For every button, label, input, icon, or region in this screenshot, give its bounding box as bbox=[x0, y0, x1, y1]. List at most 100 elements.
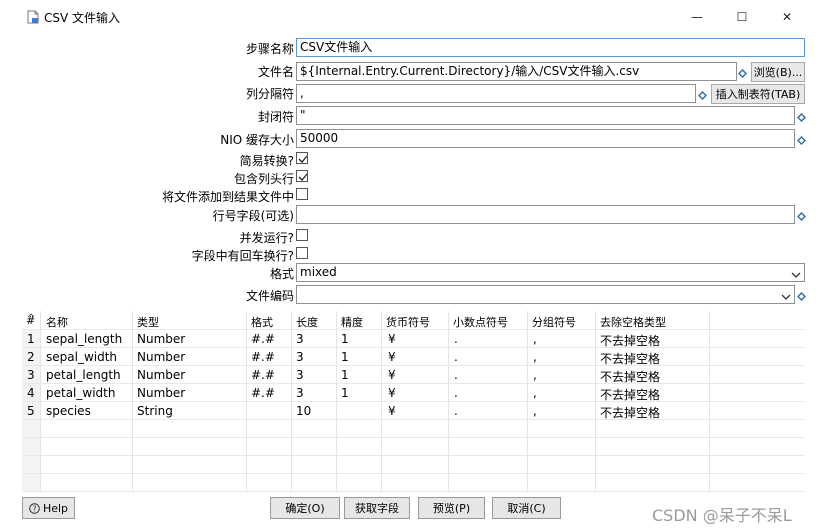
enclosure-input[interactable]: " bbox=[296, 106, 795, 125]
close-icon: ✕ bbox=[781, 10, 793, 24]
variable-diamond-icon[interactable] bbox=[797, 290, 806, 301]
help-label: Help bbox=[42, 501, 69, 515]
help-button[interactable]: ? Help bbox=[22, 497, 75, 519]
lazy-conversion-checkbox[interactable] bbox=[296, 152, 308, 164]
row-divider bbox=[22, 347, 805, 348]
parallel-checkbox[interactable] bbox=[296, 229, 308, 241]
encoding-select[interactable] bbox=[296, 285, 795, 304]
filename-label: 文件名 bbox=[257, 65, 294, 79]
ok-button[interactable]: 确定(O) bbox=[270, 497, 340, 519]
newline-checkbox[interactable] bbox=[296, 247, 308, 259]
chevron-down-icon bbox=[791, 268, 801, 285]
header-row-checkbox[interactable] bbox=[296, 170, 308, 182]
row-divider bbox=[22, 473, 805, 474]
close-button[interactable]: ✕ bbox=[764, 4, 810, 30]
variable-diamond-icon[interactable] bbox=[797, 111, 806, 122]
minimize-icon: — bbox=[691, 10, 703, 24]
nio-buffer-input[interactable]: 50000 bbox=[296, 129, 795, 148]
field-format[interactable]: #.# bbox=[251, 386, 275, 400]
row-number: 5 bbox=[27, 404, 35, 418]
field-currency[interactable]: ¥ bbox=[388, 404, 396, 418]
field-decimal[interactable]: . bbox=[454, 332, 458, 346]
newline-label: 字段中有回车换行? bbox=[191, 249, 294, 263]
field-type[interactable]: Number bbox=[137, 368, 185, 382]
help-icon: ? bbox=[29, 502, 40, 514]
field-name[interactable]: sepal_width bbox=[46, 350, 117, 364]
field-length[interactable]: 3 bbox=[296, 332, 304, 346]
field-currency[interactable]: ¥ bbox=[388, 386, 396, 400]
field-name[interactable]: sepal_length bbox=[46, 332, 122, 346]
field-precision[interactable]: 1 bbox=[341, 350, 349, 364]
field-name[interactable]: species bbox=[46, 404, 91, 418]
row-number: 2 bbox=[27, 350, 35, 364]
field-currency[interactable]: ¥ bbox=[388, 368, 396, 382]
field-decimal[interactable]: . bbox=[454, 350, 458, 364]
row-divider bbox=[22, 419, 805, 420]
field-currency[interactable]: ¥ bbox=[388, 350, 396, 364]
maximize-button[interactable]: ☐ bbox=[719, 4, 765, 30]
nio-buffer-label: NIO 缓存大小 bbox=[220, 133, 294, 147]
get-fields-button[interactable]: 获取字段 bbox=[344, 497, 410, 519]
field-type[interactable]: Number bbox=[137, 350, 185, 364]
field-currency[interactable]: ¥ bbox=[388, 332, 396, 346]
row-number: 1 bbox=[27, 332, 35, 346]
format-select[interactable]: mixed bbox=[296, 263, 805, 282]
field-type[interactable]: String bbox=[137, 404, 173, 418]
field-decimal[interactable]: . bbox=[454, 368, 458, 382]
minimize-button[interactable]: — bbox=[674, 4, 720, 30]
enclosure-label: 封闭符 bbox=[257, 110, 294, 124]
delimiter-input[interactable]: , bbox=[296, 84, 696, 103]
variable-diamond-icon[interactable] bbox=[797, 210, 806, 221]
field-decimal[interactable]: . bbox=[454, 386, 458, 400]
field-name[interactable]: petal_length bbox=[46, 368, 121, 382]
svg-text:?: ? bbox=[32, 504, 36, 513]
field-type[interactable]: Number bbox=[137, 386, 185, 400]
row-divider bbox=[22, 329, 805, 330]
field-group[interactable]: , bbox=[533, 332, 537, 346]
field-length[interactable]: 3 bbox=[296, 386, 304, 400]
header-row-label: 包含列头行 bbox=[233, 172, 294, 186]
parallel-label: 并发运行? bbox=[239, 231, 294, 245]
field-length[interactable]: 3 bbox=[296, 368, 304, 382]
browse-button[interactable]: 浏览(B)... bbox=[751, 62, 805, 82]
field-precision[interactable]: 1 bbox=[341, 368, 349, 382]
field-group[interactable]: , bbox=[533, 386, 537, 400]
field-name[interactable]: petal_width bbox=[46, 386, 115, 400]
rownum-field-label: 行号字段(可选) bbox=[212, 209, 294, 223]
field-group[interactable]: , bbox=[533, 404, 537, 418]
field-precision[interactable]: 1 bbox=[341, 386, 349, 400]
add-result-label: 将文件添加到结果文件中 bbox=[161, 190, 294, 204]
row-divider bbox=[22, 455, 805, 456]
checkmark-icon bbox=[298, 173, 308, 181]
add-result-checkbox[interactable] bbox=[296, 188, 308, 200]
window-title: CSV 文件输入 bbox=[44, 11, 121, 25]
field-format[interactable]: #.# bbox=[251, 368, 275, 382]
variable-diamond-icon[interactable] bbox=[738, 67, 747, 78]
row-number: 4 bbox=[27, 386, 35, 400]
variable-diamond-icon[interactable] bbox=[797, 134, 806, 145]
rownum-field-input[interactable] bbox=[296, 205, 795, 224]
field-precision[interactable]: 1 bbox=[341, 332, 349, 346]
step-name-input[interactable]: CSV文件输入 bbox=[296, 38, 805, 57]
title-bar: CSV 文件输入 — ☐ ✕ bbox=[0, 0, 825, 34]
field-format[interactable]: #.# bbox=[251, 332, 275, 346]
checkmark-icon bbox=[298, 155, 308, 163]
row-number: 3 bbox=[27, 368, 35, 382]
insert-tab-button[interactable]: 插入制表符(TAB) bbox=[711, 84, 805, 104]
preview-button[interactable]: 预览(P) bbox=[418, 497, 485, 519]
field-type[interactable]: Number bbox=[137, 332, 185, 346]
field-decimal[interactable]: . bbox=[454, 404, 458, 418]
field-group[interactable]: , bbox=[533, 368, 537, 382]
field-length[interactable]: 3 bbox=[296, 350, 304, 364]
filename-input[interactable]: ${Internal.Entry.Current.Directory}/输入/C… bbox=[296, 62, 737, 81]
field-format[interactable]: #.# bbox=[251, 350, 275, 364]
variable-diamond-icon[interactable] bbox=[698, 89, 707, 100]
field-length[interactable]: 10 bbox=[296, 404, 311, 418]
row-divider bbox=[22, 401, 805, 402]
encoding-label: 文件编码 bbox=[245, 289, 294, 303]
row-divider bbox=[22, 437, 805, 438]
step-name-label: 步骤名称 bbox=[245, 42, 294, 56]
field-group[interactable]: , bbox=[533, 350, 537, 364]
row-divider bbox=[22, 365, 805, 366]
cancel-button[interactable]: 取消(C) bbox=[492, 497, 561, 519]
